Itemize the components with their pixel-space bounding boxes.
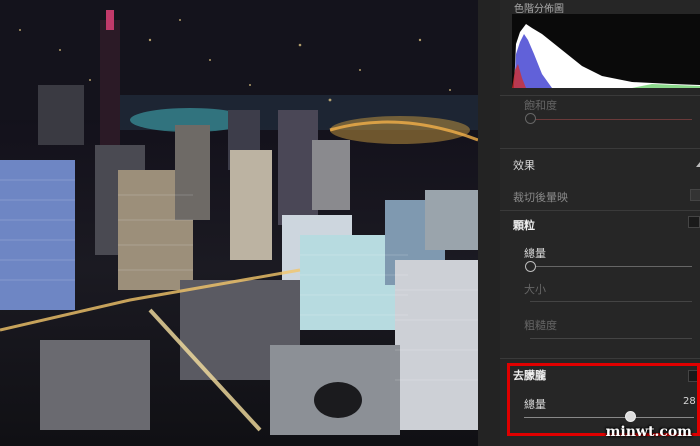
city-night-photo [0, 0, 478, 435]
saturation-slider-knob[interactable] [525, 113, 536, 124]
histogram [512, 14, 700, 88]
divider [500, 210, 700, 211]
watermark-text: minwt.com [605, 424, 692, 440]
histogram-title: 色階分佈圖 [514, 4, 564, 15]
grain-roughness-label: 粗糙度 [524, 319, 557, 332]
grain-toggle-icon[interactable] [688, 216, 700, 228]
saturation-label: 飽和度 [524, 99, 557, 112]
effects-section-header[interactable]: 效果 [513, 157, 535, 173]
saturation-slider-track[interactable] [530, 119, 692, 120]
grain-roughness-slider-track[interactable] [530, 338, 692, 339]
grain-amount-label: 總量 [524, 247, 546, 260]
divider [500, 358, 700, 359]
panel-gutter [478, 0, 500, 446]
divider [500, 95, 700, 96]
collapse-chevron-icon[interactable] [696, 162, 700, 167]
crop-vignette-label[interactable]: 裁切後暈映 [513, 189, 568, 205]
grain-amount-slider-track[interactable] [530, 266, 692, 267]
grain-section-header[interactable]: 顆粒 [513, 217, 535, 233]
grain-amount-slider-knob[interactable] [525, 261, 536, 272]
grain-size-slider-track[interactable] [530, 301, 692, 302]
photo-preview[interactable] [0, 0, 478, 446]
divider [500, 148, 700, 149]
grain-size-label: 大小 [524, 283, 546, 296]
vignette-toggle-icon[interactable] [690, 189, 700, 201]
